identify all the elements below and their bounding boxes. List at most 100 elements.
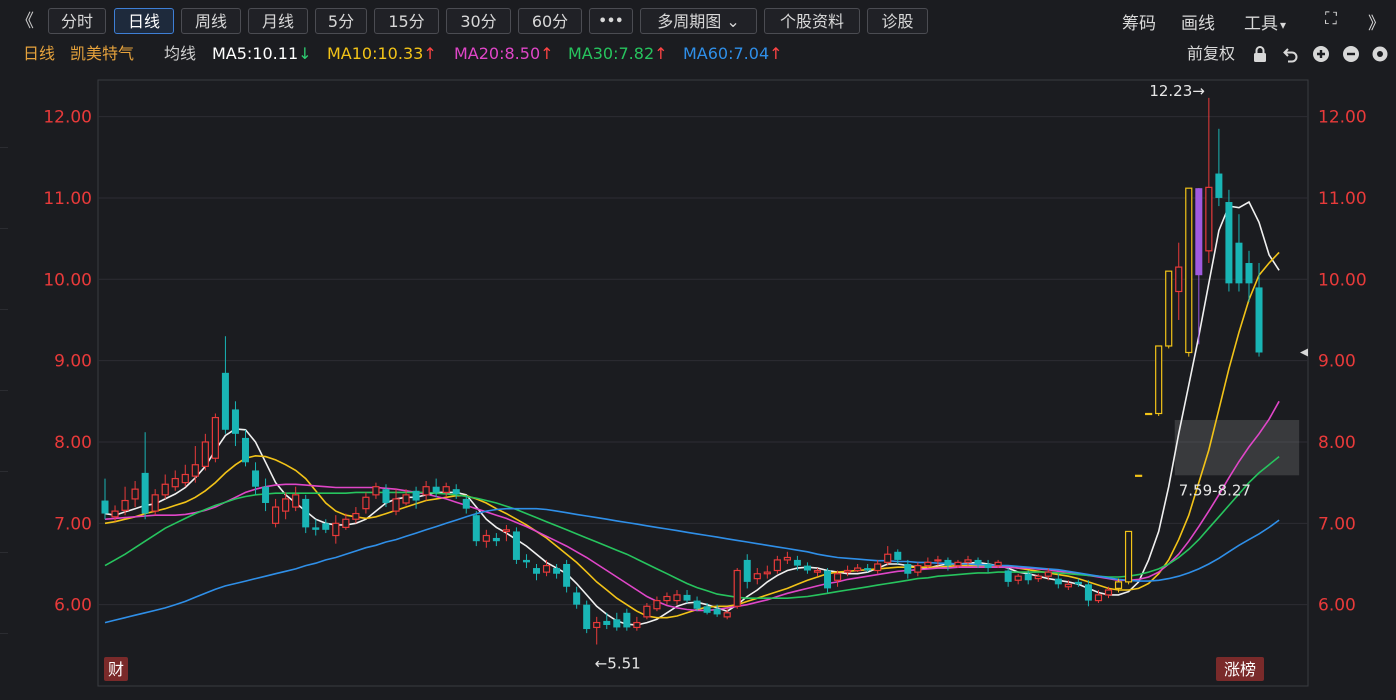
kline-chart[interactable]: 12.00 11.00 10.00 9.00 8.00 7.00 6.00 12.00 11.…: [0, 0, 1396, 700]
candle-body: [382, 489, 390, 503]
candle-body: [663, 595, 671, 602]
candle-body: [533, 568, 541, 574]
candle: [583, 600, 591, 634]
rank-badge-text: 涨榜: [1224, 660, 1256, 679]
candle-body: [221, 372, 229, 430]
candle-body: [1124, 530, 1133, 583]
candle-body: [924, 561, 932, 567]
candle-body: [1255, 287, 1263, 353]
candle-body: [793, 559, 801, 566]
candle-body: [151, 494, 159, 512]
candle-body: [683, 594, 691, 601]
candle-body: [472, 515, 480, 542]
candle-body: [332, 522, 340, 537]
candle-body: [282, 498, 290, 512]
finance-badge-text: 财: [108, 660, 124, 679]
candle-body: [944, 559, 952, 566]
candle-body: [773, 559, 781, 572]
candle-body: [442, 486, 450, 494]
candle-body: [994, 561, 1002, 567]
candle: [733, 568, 741, 609]
candle-body: [874, 563, 882, 572]
candle-body: [1235, 242, 1243, 284]
candle-body: [1135, 474, 1143, 477]
candle-body: [111, 510, 119, 518]
candle-body: [402, 494, 410, 504]
candle-body: [894, 551, 902, 560]
support-zone-label: 7.59-8.27: [1179, 481, 1251, 499]
candle-body: [1054, 578, 1062, 585]
candle-body: [1044, 571, 1052, 577]
candle-body: [974, 559, 982, 564]
candle-body: [884, 553, 892, 563]
candle-body: [131, 488, 139, 500]
candle-body: [161, 483, 169, 496]
candle-body: [703, 606, 711, 613]
y-tick-label: 8.00: [54, 433, 92, 453]
candle-body: [482, 534, 490, 542]
candle-body: [733, 569, 741, 607]
candle-body: [211, 416, 219, 459]
y-tick-label: 7.00: [1318, 514, 1356, 534]
candle-body: [231, 409, 239, 434]
candle-body: [1094, 594, 1103, 602]
candle-body: [563, 563, 571, 587]
candle-body: [271, 506, 280, 524]
candle-body: [412, 490, 420, 501]
candle-body: [241, 437, 249, 463]
candle-body: [904, 563, 912, 574]
candle: [472, 511, 480, 547]
candle-body: [362, 496, 370, 510]
candle-body: [583, 604, 591, 630]
y-tick-label: 9.00: [1318, 352, 1356, 372]
candle: [512, 527, 520, 564]
candle-body: [101, 500, 109, 514]
y-tick-label: 6.00: [54, 596, 92, 616]
candle-body: [422, 486, 430, 496]
candle-body: [312, 527, 320, 530]
candle-body: [372, 486, 380, 496]
candle-body: [633, 621, 641, 629]
support-zone: [1174, 420, 1300, 476]
candle-body: [1185, 187, 1193, 354]
candle: [1155, 345, 1163, 416]
candle-body: [964, 559, 972, 563]
candle-body: [1034, 575, 1042, 580]
candle-body: [1084, 584, 1092, 601]
candle-body: [843, 569, 852, 573]
candle-body: [452, 489, 460, 495]
candle-body: [753, 573, 761, 580]
candle-body: [693, 600, 701, 609]
candle-body: [954, 561, 962, 567]
finance-badge[interactable]: 财: [104, 657, 128, 681]
candle-body: [181, 473, 189, 484]
candle-body: [603, 620, 611, 625]
rank-badge[interactable]: 涨榜: [1216, 657, 1264, 681]
candle-body: [1245, 263, 1253, 284]
candle-body: [302, 498, 310, 528]
candle-body: [613, 619, 621, 628]
candle-body: [492, 537, 500, 542]
candle-body: [292, 494, 300, 508]
candle: [1165, 270, 1173, 349]
candle-body: [1165, 270, 1173, 347]
candle-body: [141, 472, 149, 514]
y-tick-label: 11.00: [43, 189, 92, 209]
candle-body: [1215, 173, 1223, 198]
candle-body: [623, 612, 631, 628]
candle-body: [573, 592, 581, 605]
high-price-label: 12.23→: [1149, 82, 1205, 100]
candle-body: [121, 499, 129, 511]
y-axis-right: 12.00 11.00 10.00 9.00 8.00 7.00 6.00: [1318, 108, 1367, 616]
y-tick-label: 11.00: [1318, 189, 1367, 209]
candle-body: [673, 594, 681, 602]
candle-body: [803, 565, 811, 571]
y-axis-left: 12.00 11.00 10.00 9.00 8.00 7.00 6.00: [43, 108, 92, 616]
candle: [1145, 412, 1153, 416]
candle-body: [914, 565, 922, 573]
candle-body: [813, 569, 822, 573]
candle-body: [833, 573, 842, 581]
candle-body: [984, 563, 992, 569]
candle-body: [171, 477, 179, 488]
candle-body: [432, 486, 440, 493]
